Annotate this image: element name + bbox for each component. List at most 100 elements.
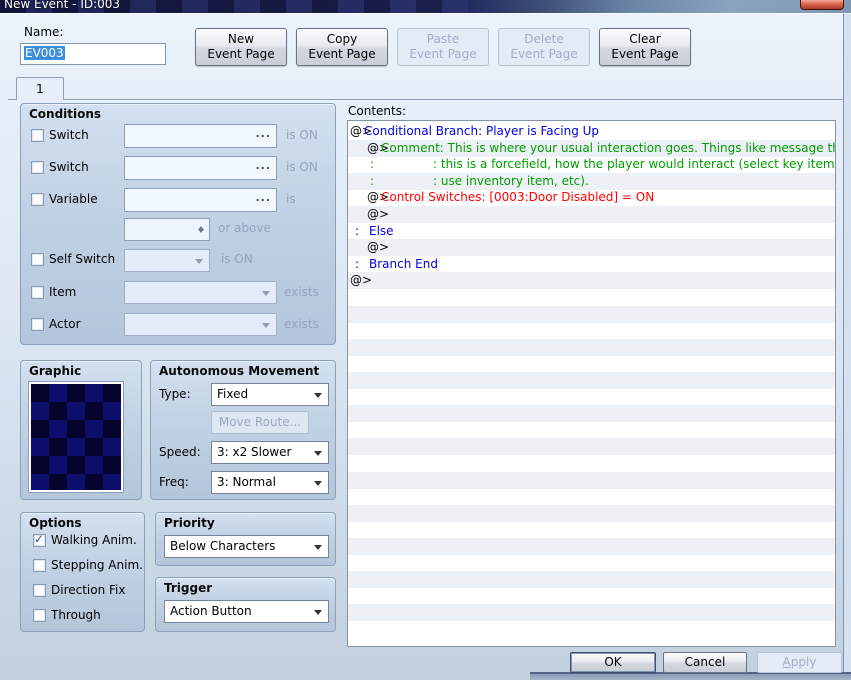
self-switch-dropdown[interactable]: [124, 249, 210, 272]
variable-checkbox[interactable]: [31, 193, 44, 206]
event-command-row[interactable]: [348, 604, 835, 622]
event-command-row[interactable]: : : use inventory item, etc).: [348, 172, 835, 190]
trigger-title: Trigger: [164, 581, 213, 595]
window-title: New Event - ID:003: [4, 0, 121, 11]
item-dropdown[interactable]: [124, 281, 277, 304]
event-command-row[interactable]: [348, 305, 835, 323]
actor-suffix: exists: [284, 317, 319, 331]
button-label: Copy Event Page: [308, 32, 376, 61]
event-command-row[interactable]: [348, 621, 835, 638]
tab-page-1[interactable]: 1: [16, 77, 64, 100]
through-checkbox[interactable]: [33, 609, 46, 622]
command-text: : use inventory item, etc).: [433, 173, 589, 188]
priority-dropdown[interactable]: Below Characters: [164, 535, 329, 558]
title-bar[interactable]: New Event - ID:003: [0, 0, 851, 13]
button-label: Clear Event Page: [611, 32, 679, 61]
command-text: @>: [367, 240, 390, 255]
event-command-row[interactable]: @> Comment: This is where your usual inte…: [348, 139, 836, 157]
close-icon[interactable]: [800, 0, 844, 10]
switch2-field[interactable]: ...: [124, 156, 277, 180]
event-command-row[interactable]: @> Conditional Branch: Player is Facing U…: [348, 123, 835, 140]
type-dropdown[interactable]: Fixed: [211, 383, 329, 406]
event-command-row[interactable]: [348, 372, 835, 389]
stepping-anim--checkbox[interactable]: [33, 559, 46, 572]
ellipsis-icon[interactable]: ...: [255, 191, 271, 204]
event-command-row[interactable]: [348, 571, 835, 589]
clear-event-page-button[interactable]: Clear Event Page: [599, 28, 691, 66]
event-command-row[interactable]: [348, 289, 835, 306]
switch1-label: Switch: [49, 128, 89, 142]
event-command-row[interactable]: [348, 588, 835, 605]
check-icon: ✓: [34, 532, 45, 546]
tab-strip-line: [8, 99, 843, 100]
event-command-row[interactable]: @>: [348, 239, 835, 257]
event-command-row[interactable]: [348, 405, 835, 423]
switch1-field[interactable]: ...: [124, 124, 277, 148]
delete-event-page-button: Delete Event Page: [498, 28, 590, 66]
ellipsis-icon[interactable]: ...: [255, 159, 271, 172]
ok-button[interactable]: OK: [570, 652, 656, 673]
event-command-row[interactable]: [348, 538, 835, 555]
event-command-row[interactable]: @>: [348, 206, 835, 223]
variable-value-spinner[interactable]: [124, 218, 210, 241]
event-command-row[interactable]: [348, 471, 835, 489]
event-command-row[interactable]: [348, 504, 835, 522]
copy-event-page-button[interactable]: Copy Event Page: [296, 28, 388, 66]
walking-anim--checkbox[interactable]: ✓: [33, 532, 46, 547]
chevron-down-icon: [314, 481, 322, 490]
switch1-checkbox[interactable]: [31, 129, 44, 142]
item-checkbox[interactable]: [31, 286, 44, 299]
spinner-down-icon[interactable]: [198, 229, 204, 236]
option-label: Through: [51, 608, 101, 622]
button-label: Delete Event Page: [510, 32, 578, 61]
option-label: Direction Fix: [51, 583, 126, 597]
command-text: :: [370, 173, 375, 188]
option-row: Stepping Anim.: [21, 558, 144, 583]
switch2-checkbox[interactable]: [31, 161, 44, 174]
event-command-row[interactable]: : Else: [348, 223, 835, 240]
cancel-button[interactable]: Cancel: [663, 652, 747, 673]
button-label: New Event Page: [207, 32, 275, 61]
direction-fix-checkbox[interactable]: [33, 584, 46, 597]
event-command-row[interactable]: @>: [348, 272, 835, 290]
command-text: Comment: This is where your usual intera…: [381, 140, 836, 155]
event-command-row[interactable]: :: this is a forcefield, how the player …: [348, 156, 835, 173]
actor-dropdown[interactable]: [124, 313, 277, 336]
event-command-row[interactable]: [348, 355, 835, 372]
movement-title: Autonomous Movement: [159, 364, 320, 378]
new-event-page-button[interactable]: New Event Page: [195, 28, 287, 66]
event-command-row[interactable]: [348, 521, 835, 538]
event-command-row[interactable]: [348, 488, 835, 505]
event-command-row[interactable]: [348, 338, 835, 356]
command-text: @>: [367, 207, 390, 221]
contents-list[interactable]: @> Conditional Branch: Player is Facing U…: [347, 120, 836, 647]
event-command-row[interactable]: : Branch End: [348, 256, 835, 273]
command-text: :: [370, 157, 375, 172]
event-command-row[interactable]: [348, 422, 835, 439]
graphic-title: Graphic: [29, 364, 82, 378]
freq-dropdown[interactable]: 3: Normal: [211, 471, 329, 494]
event-command-row[interactable]: [348, 322, 835, 339]
contents-label: Contents:: [348, 104, 407, 118]
self-switch-checkbox[interactable]: [31, 253, 44, 266]
variable-field[interactable]: ...: [124, 188, 277, 212]
event-command-row[interactable]: [348, 455, 835, 472]
event-command-row[interactable]: [348, 555, 835, 572]
event-command-row[interactable]: @> Control Switches: [0003:Door Disabled]…: [348, 189, 835, 206]
variable-value-suffix: or above: [218, 221, 271, 235]
event-command-row[interactable]: [348, 389, 835, 406]
trigger-dropdown[interactable]: Action Button: [164, 600, 329, 623]
command-text: :: [355, 223, 360, 238]
name-input[interactable]: EV003: [20, 43, 166, 65]
variable-label: Variable: [49, 192, 98, 206]
actor-checkbox[interactable]: [31, 318, 44, 331]
item-suffix: exists: [284, 285, 319, 299]
ellipsis-icon[interactable]: ...: [255, 127, 271, 140]
event-graphic-tile[interactable]: [28, 381, 124, 493]
speed-dropdown[interactable]: 3: x2 Slower: [211, 441, 329, 464]
button-label: Paste Event Page: [409, 32, 477, 61]
chevron-down-icon: [262, 291, 270, 300]
command-text: Conditional Branch: Player is Facing Up: [364, 124, 600, 138]
apply-button: Apply: [757, 652, 842, 673]
event-command-row[interactable]: [348, 438, 835, 456]
